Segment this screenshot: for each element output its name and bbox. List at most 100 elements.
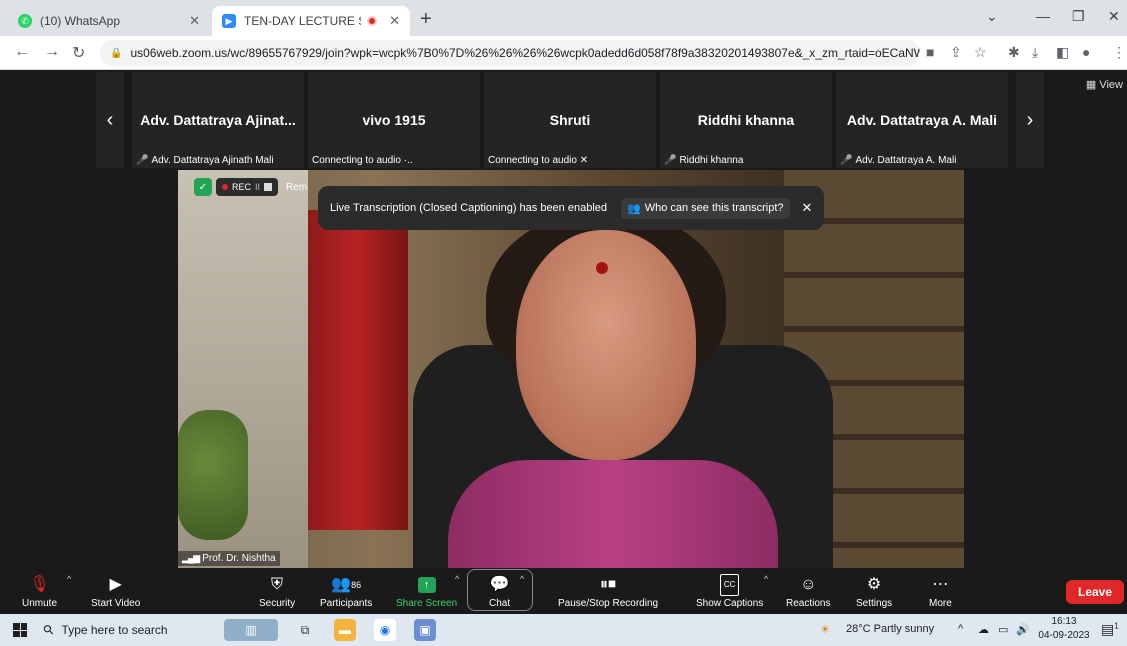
address-bar-row: ← → ↻ 🔒 us06web.zoom.us/wc/89655767929/j… — [0, 36, 1127, 70]
volume-icon[interactable]: 🔊 — [1016, 623, 1030, 636]
notification-text: Live Transcription (Closed Captioning) h… — [330, 202, 608, 214]
network-icon[interactable]: ▭ — [998, 623, 1008, 636]
participant-tile[interactable]: vivo 1915 Connecting to audio ·.. — [308, 72, 480, 168]
close-icon[interactable]: ✕ — [389, 13, 400, 29]
show-hidden-icons-icon[interactable]: ^ — [958, 623, 963, 635]
minimize-button[interactable]: — — [1036, 8, 1050, 24]
taskbar-clock[interactable]: 16:13 04-09-2023 — [1036, 615, 1092, 643]
captions-options-caret[interactable]: ^ — [764, 574, 768, 584]
browser-menu-icon[interactable]: ⋮ — [1112, 44, 1126, 61]
speaker-body — [448, 460, 778, 568]
cc-icon: CC — [719, 574, 740, 596]
video-off-icon: ▶ — [109, 576, 122, 593]
pause-icon[interactable]: II — [255, 182, 260, 192]
onedrive-icon[interactable]: ☁ — [978, 623, 989, 636]
recording-badge[interactable]: REC II — [216, 178, 279, 196]
chat-icon: 💬 — [489, 576, 510, 593]
more-button[interactable]: ⋯ More — [929, 572, 952, 612]
stop-icon[interactable] — [264, 183, 273, 191]
weather-text[interactable]: 28°C Partly sunny — [846, 623, 934, 635]
side-panel-icon[interactable]: ◧ — [1056, 44, 1069, 61]
chat-button[interactable]: 💬 Chat — [489, 572, 510, 612]
task-view-icon[interactable]: ⧉ — [294, 619, 316, 641]
camera-icon[interactable]: ■ — [926, 44, 934, 60]
participant-tile[interactable]: Adv. Dattatraya Ajinat... 🎤 Adv. Dattatra… — [132, 72, 304, 168]
participant-status: 🎤 Adv. Dattatraya Ajinath Mali — [136, 155, 274, 166]
video-plant — [178, 410, 248, 540]
zoom-icon: ▶ — [222, 14, 236, 28]
mic-muted-icon: 🎤 — [840, 155, 853, 166]
weather-icon: ☀ — [820, 624, 830, 636]
who-can-see-transcript-link[interactable]: 👥 Who can see this transcript? — [621, 197, 790, 219]
rec-label: REC — [232, 182, 252, 192]
forward-arrow-icon[interactable]: → — [44, 43, 60, 61]
file-explorer-icon[interactable]: ▬ — [334, 619, 356, 641]
tab-zoom-lecture[interactable]: ▶ TEN-DAY LECTURE SERIES ON ✕ — [212, 6, 410, 36]
chat-options-caret[interactable]: ^ — [520, 574, 524, 584]
mic-muted-icon: 🎙 — [29, 576, 50, 593]
tab-whatsapp[interactable]: ✆ (10) WhatsApp ✕ — [8, 6, 210, 36]
share-screen-icon: ↑ — [417, 574, 436, 596]
participant-name: Adv. Dattatraya A. Mali — [846, 112, 998, 128]
leave-button[interactable]: Leave — [1066, 580, 1124, 604]
gear-icon: ⚙ — [866, 576, 882, 593]
show-captions-button[interactable]: CC Show Captions — [696, 572, 763, 612]
notification-close-icon[interactable]: ✕ — [802, 200, 813, 216]
extensions-icon[interactable]: ✱ — [1008, 44, 1020, 61]
strip-next-button[interactable]: › — [1016, 72, 1044, 168]
participant-tile[interactable]: Adv. Dattatraya A. Mali 🎤 Adv. Dattatraya… — [836, 72, 1008, 168]
taskbar-search-input[interactable]: ⚲ Type here to search — [40, 618, 216, 642]
participant-name: vivo 1915 — [362, 112, 426, 128]
lock-icon: 🔒 — [110, 47, 123, 59]
audio-options-caret[interactable]: ^ — [67, 574, 71, 584]
shield-icon: ⛨ — [271, 576, 284, 593]
bookmark-star-icon[interactable]: ☆ — [974, 44, 987, 61]
view-label: View — [1099, 79, 1123, 91]
whatsapp-icon: ✆ — [18, 14, 32, 28]
search-icon: ⚲ — [39, 620, 58, 639]
url-input[interactable]: 🔒 us06web.zoom.us/wc/89655767929/join?wp… — [100, 40, 920, 66]
share-icon[interactable]: ⇪ — [950, 44, 962, 61]
url-text: us06web.zoom.us/wc/89655767929/join?wpk=… — [130, 46, 920, 60]
zoom-meeting-area: ▦ View ‹ Adv. Dattatraya Ajinat... 🎤 Adv.… — [0, 70, 1127, 568]
reload-icon[interactable]: ↻ — [72, 43, 85, 63]
notification-center-icon[interactable]: ▤1 — [1101, 621, 1119, 638]
clock-date: 04-09-2023 — [1038, 630, 1090, 641]
participant-tile[interactable]: Shruti Connecting to audio ✕ — [484, 72, 656, 168]
pause-stop-icon: ⏸⏹ — [600, 576, 617, 593]
participants-button[interactable]: 👥 86 Participants — [320, 572, 372, 612]
settings-button[interactable]: ⚙ Settings — [856, 572, 892, 612]
profile-avatar-icon[interactable]: ● — [1082, 44, 1090, 60]
participants-count: 86 — [351, 580, 362, 590]
start-video-button[interactable]: ▶ Start Video — [91, 572, 140, 612]
more-icon: ⋯ — [932, 576, 949, 593]
news-widget-icon[interactable]: ▥ — [224, 619, 278, 641]
back-arrow-icon[interactable]: ← — [14, 43, 30, 61]
share-options-caret[interactable]: ^ — [455, 574, 459, 584]
close-icon[interactable]: ✕ — [189, 13, 200, 29]
chrome-icon[interactable]: ◉ — [374, 619, 396, 641]
photos-app-icon[interactable]: ▣ — [414, 619, 436, 641]
zoom-toolbar: 🎙 Unmute ^ ▶ Start Video ⛨ Security 👥 86 … — [0, 568, 1127, 614]
reactions-button[interactable]: ☺ Reactions — [786, 572, 830, 612]
window-close-button[interactable]: ✕ — [1108, 8, 1120, 25]
participant-name: Adv. Dattatraya Ajinat... — [140, 112, 296, 128]
security-button[interactable]: ⛨ Security — [259, 572, 295, 612]
maximize-button[interactable]: ❐ — [1072, 8, 1085, 25]
unmute-button[interactable]: 🎙 Unmute — [22, 572, 57, 612]
windows-start-icon[interactable] — [13, 623, 27, 637]
participant-tile[interactable]: Riddhi khanna 🎤 Riddhi khanna — [660, 72, 832, 168]
participant-status: 🎤 Adv. Dattatraya A. Mali — [840, 155, 957, 166]
pause-stop-recording-button[interactable]: ⏸⏹ Pause/Stop Recording — [558, 572, 658, 612]
view-button[interactable]: ▦ View — [1086, 78, 1123, 91]
share-screen-button[interactable]: ↑ Share Screen — [396, 572, 457, 612]
recording-icon — [367, 16, 378, 26]
download-icon[interactable]: ⤓ — [1032, 44, 1038, 61]
tab-search-icon[interactable]: ⌄ — [986, 8, 998, 25]
tab-title: (10) WhatsApp — [40, 14, 121, 28]
encryption-shield-icon[interactable]: ✓ — [194, 178, 212, 196]
strip-prev-button[interactable]: ‹ — [96, 72, 124, 168]
tab-title: TEN-DAY LECTURE SERIES ON — [244, 14, 361, 28]
transcription-notification: Live Transcription (Closed Captioning) h… — [318, 186, 824, 230]
new-tab-button[interactable]: + — [420, 9, 432, 29]
